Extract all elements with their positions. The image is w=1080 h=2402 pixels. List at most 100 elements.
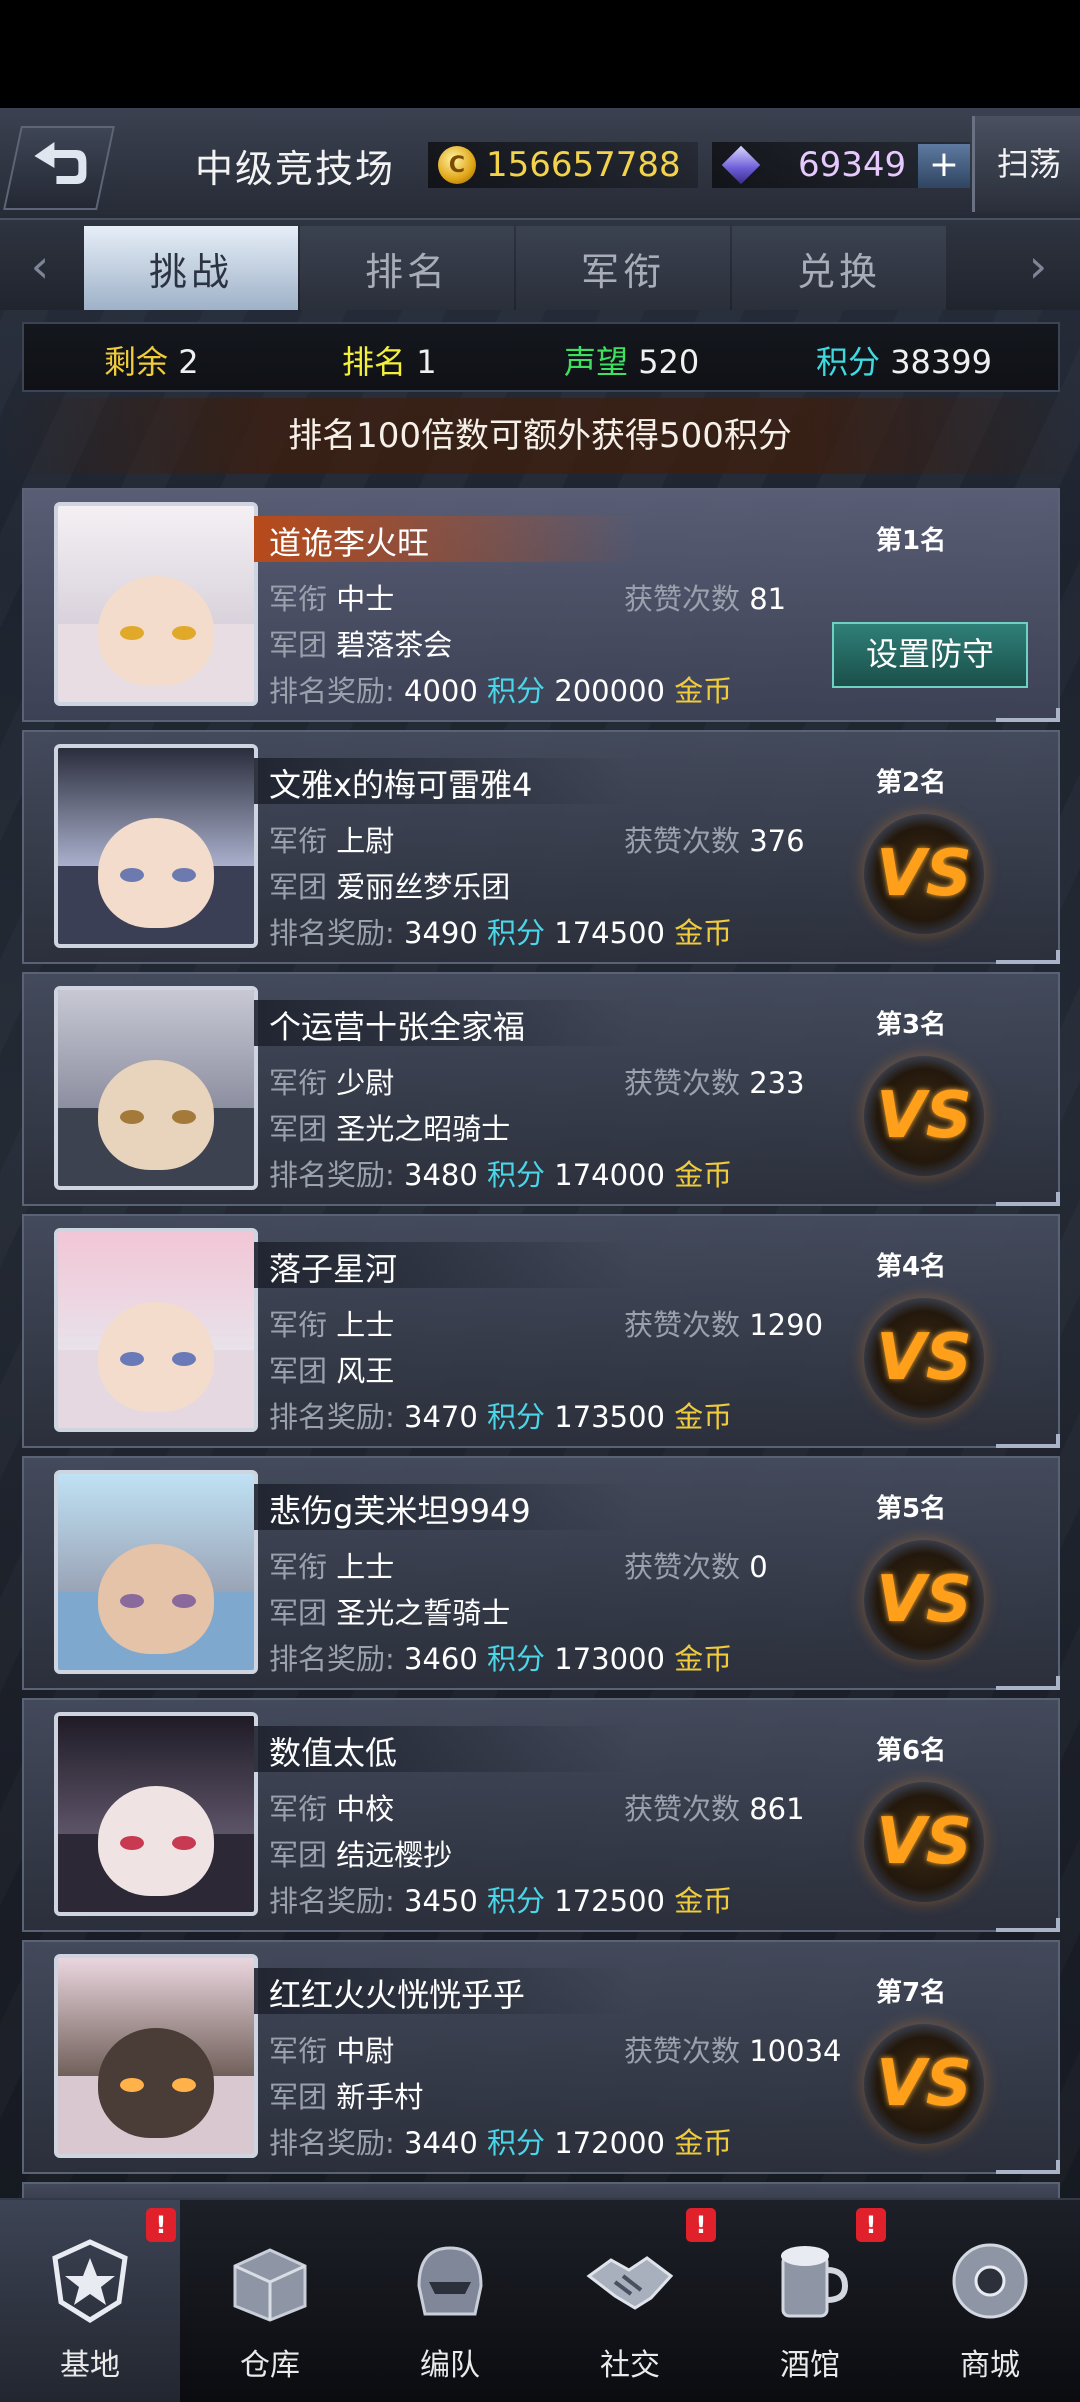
military-rank: 军衔 上士 [269,1308,395,1342]
handshake-icon [586,2256,674,2310]
avatar [54,1470,258,1674]
rank-reward: 排名奖励: 3470 积分 173500 金币 [269,1400,733,1434]
rank-label: 第3名 [876,1010,947,1040]
rank-reward: 排名奖励: 3490 积分 174500 金币 [269,916,733,950]
avatar [54,986,258,1190]
likes-count: 获赞次数 233 [624,1066,805,1100]
gold-coin-icon: C [438,146,476,184]
player-name: 数值太低 [269,1734,398,1772]
nav-label: 社交 [600,2348,660,2383]
legion: 军团 圣光之昭骑士 [269,1112,511,1146]
rank-label: 第5名 [876,1494,947,1524]
legion: 军团 爱丽丝梦乐团 [269,870,511,904]
bonus-notice: 排名100倍数可额外获得500积分 [0,398,1080,474]
back-button[interactable] [3,126,115,210]
player-name: 红红火火恍恍乎乎 [269,1976,526,2014]
rank-reward: 排名奖励: 3480 积分 174000 金币 [269,1158,733,1192]
tab-bar: ‹ 挑战 排名 军衔 兑换 › [0,220,1080,310]
add-gems-button[interactable]: + [918,144,970,188]
gold-display: C 156657788 [428,142,698,188]
player-card: 文雅x的梅可雷雅4 第2名 军衔 上尉 获赞次数 376 军团 爱丽丝梦乐团 排… [22,730,1060,964]
avatar [54,502,258,706]
player-name: 文雅x的梅可雷雅4 [269,766,533,804]
shop-robot-icon [952,2243,1028,2319]
military-rank: 军衔 中尉 [269,2034,395,2068]
military-rank: 军衔 上尉 [269,824,395,858]
tab-exchange[interactable]: 兑换 [732,226,946,310]
tabs: 挑战 排名 军衔 兑换 [84,226,996,310]
legion: 军团 结远樱抄 [269,1838,453,1872]
nav-base[interactable]: ! 基地 [0,2200,180,2402]
nav-label: 编队 [420,2348,480,2383]
likes-count: 获赞次数 81 [624,582,787,616]
player-card: 落子星河 第4名 军衔 上士 获赞次数 1290 军团 风王 排名奖励: 347… [22,1214,1060,1448]
stats-bar: 剩余 2 排名 1 声望 520 积分 38399 [22,322,1060,392]
player-name: 道诡李火旺 [269,524,430,562]
vs-challenge-button[interactable]: VS [864,1298,984,1418]
rank-label: 第7名 [876,1978,947,2008]
likes-count: 获赞次数 1290 [624,1308,824,1342]
rank-reward: 排名奖励: 3460 积分 173000 金币 [269,1642,733,1676]
gold-amount: 156657788 [486,145,681,185]
player-name: 悲伤g芙米坦9949 [269,1492,531,1530]
sweep-button[interactable]: 扫荡 [972,116,1080,212]
rank-reward: 排名奖励: 3440 积分 172000 金币 [269,2126,733,2160]
vs-challenge-button[interactable]: VS [864,814,984,934]
diamond-icon [721,145,761,185]
vs-challenge-button[interactable]: VS [864,1540,984,1660]
player-card: 悲伤g芙米坦9949 第5名 军衔 上士 获赞次数 0 军团 圣光之誓骑士 排名… [22,1456,1060,1690]
player-card: 道诡李火旺 第1名 军衔 中士 获赞次数 81 军团 碧落茶会 排名奖励: 40… [22,488,1060,722]
military-rank: 军衔 上士 [269,1550,395,1584]
notification-badge: ! [146,2208,176,2242]
nav-social[interactable]: ! 社交 [540,2200,720,2402]
warehouse-box-icon [233,2248,307,2322]
squad-helmet-icon [417,2246,483,2316]
tavern-mug-icon [781,2246,849,2318]
vs-challenge-button[interactable]: VS [864,2024,984,2144]
nav-warehouse[interactable]: 仓库 [180,2200,360,2402]
avatar [54,744,258,948]
military-rank: 军衔 中校 [269,1792,395,1826]
tab-ranking[interactable]: 排名 [300,226,514,310]
chevron-right-icon[interactable]: › [1016,238,1060,294]
rank-stat: 排名 1 [342,343,437,381]
nav-squad[interactable]: 编队 [360,2200,540,2402]
vs-challenge-button[interactable]: VS [864,1782,984,1902]
nav-label: 酒馆 [780,2348,840,2383]
legion: 军团 碧落茶会 [269,628,453,662]
player-name: 落子星河 [269,1250,398,1288]
status-bar [0,0,1080,108]
prestige-stat: 声望 520 [564,343,700,381]
player-card: 个运营十张全家福 第3名 军衔 少尉 获赞次数 233 军团 圣光之昭骑士 排名… [22,972,1060,1206]
likes-count: 获赞次数 10034 [624,2034,842,2068]
points-stat: 积分 38399 [816,343,992,381]
legion: 军团 圣光之誓骑士 [269,1596,511,1630]
nav-shop[interactable]: 商城 [900,2200,1080,2402]
military-rank: 军衔 中士 [269,582,395,616]
rank-label: 第1名 [876,526,947,556]
player-card: 红红火火恍恍乎乎 第7名 军衔 中尉 获赞次数 10034 军团 新手村 排名奖… [22,1940,1060,2174]
likes-count: 获赞次数 861 [624,1792,805,1826]
tab-challenge[interactable]: 挑战 [84,226,298,310]
rank-label: 第2名 [876,768,947,798]
base-star-icon [52,2239,128,2323]
top-bar: 中级竞技场 C 156657788 69349 + 扫荡 [0,108,1080,220]
likes-count: 获赞次数 0 [624,1550,768,1584]
vs-challenge-button[interactable]: VS [864,1056,984,1176]
notification-badge: ! [856,2208,886,2242]
notification-badge: ! [686,2208,716,2242]
nav-label: 基地 [60,2348,120,2383]
likes-count: 获赞次数 376 [624,824,805,858]
tab-military-rank[interactable]: 军衔 [516,226,730,310]
back-arrow-icon [34,142,87,184]
page-title: 中级竞技场 [195,147,396,191]
arena-screen: 中级竞技场 C 156657788 69349 + 扫荡 ‹ 挑战 排名 军衔 … [0,108,1080,2400]
rank-label: 第6名 [876,1736,947,1766]
avatar [54,1712,258,1916]
chevron-left-icon[interactable]: ‹ [18,238,62,294]
bottom-nav: ! 基地 仓库 编队 ! 社交 ! 酒馆 商城 [0,2198,1080,2402]
rank-reward: 排名奖励: 3450 积分 172500 金币 [269,1884,733,1918]
nav-tavern[interactable]: ! 酒馆 [720,2200,900,2402]
set-defense-button[interactable]: 设置防守 [832,622,1028,688]
nav-label: 商城 [960,2348,1020,2383]
